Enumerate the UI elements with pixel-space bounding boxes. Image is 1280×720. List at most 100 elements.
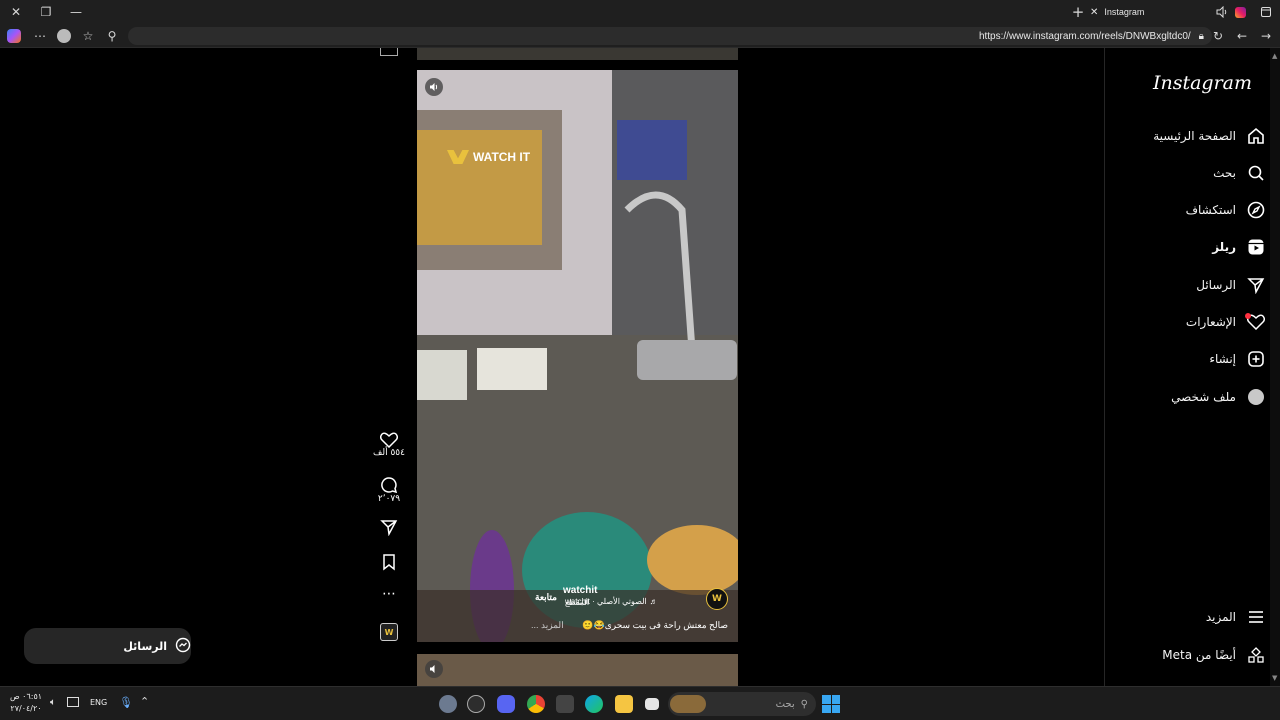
reel-video[interactable]: WATCH IT W watchit متابعة ♬ الصوتي الأصل… xyxy=(417,70,738,642)
comments-count[interactable]: ٢٬٠٧٩ xyxy=(378,494,400,504)
next-reel[interactable] xyxy=(417,654,738,686)
notification-dot xyxy=(1245,313,1251,319)
notepad-icon[interactable] xyxy=(645,698,659,710)
url-text[interactable]: https://www.instagram.com/reels/DNWBxglt… xyxy=(979,31,1191,42)
messenger-icon xyxy=(175,637,191,656)
share-action[interactable] xyxy=(364,518,414,536)
messages-pill-label: الرسائل xyxy=(123,639,167,653)
instagram-logo[interactable]: Instagram xyxy=(1153,72,1252,94)
previous-reel-audio-thumb-icon[interactable] xyxy=(380,48,398,56)
windows-taskbar: ٠٦:٥١ ص ٢٧/٠٤/٢٠ 🔈︎ ENG 🎙︎ ⌃ بحث ⚲ xyxy=(0,686,1280,720)
browser-essentials-icon[interactable]: ⚲ xyxy=(98,24,126,48)
recording-app-icon[interactable] xyxy=(467,695,485,713)
audio-sub: المقطع xyxy=(565,598,590,607)
close-window-icon[interactable]: ✕ xyxy=(2,0,30,24)
avatar-icon xyxy=(1246,387,1266,407)
nav-profile-label: ملف شخصي xyxy=(1171,390,1236,404)
scroll-up-icon[interactable]: ▲ xyxy=(1272,52,1277,60)
volume-icon[interactable]: 🔈︎ xyxy=(50,697,56,708)
save-action[interactable] xyxy=(364,553,414,571)
plus-icon xyxy=(1246,349,1266,369)
like-action[interactable]: ٥٥٤ ألف xyxy=(364,432,414,458)
nav-home-label: الصفحة الرئيسية xyxy=(1153,129,1236,143)
close-tab-icon[interactable]: ✕ xyxy=(1090,7,1098,18)
page-scrollbar[interactable]: ▲ ▼ xyxy=(1270,48,1280,686)
nav-create[interactable]: إنشاء xyxy=(1209,346,1266,372)
scroll-down-icon[interactable]: ▼ xyxy=(1272,674,1277,682)
nav-search-label: بحث xyxy=(1213,166,1236,180)
clock-time: ٠٦:٥١ ص xyxy=(9,692,43,701)
likes-count[interactable]: ٥٥٤ ألف xyxy=(373,448,405,458)
music-note-icon: ♬ xyxy=(649,597,658,606)
search-icon: ⚲ xyxy=(800,698,808,710)
nav-messages[interactable]: الرسائل xyxy=(1196,272,1266,298)
next-reel-audio-icon[interactable] xyxy=(425,660,443,678)
network-icon[interactable] xyxy=(67,697,79,707)
start-windows-icon[interactable] xyxy=(822,695,840,713)
home-icon xyxy=(1246,126,1266,146)
nav-home[interactable]: الصفحة الرئيسية xyxy=(1153,123,1266,149)
author-avatar[interactable]: W xyxy=(706,588,728,610)
forward-icon[interactable]: → xyxy=(1252,24,1280,48)
copilot-icon[interactable] xyxy=(0,24,28,48)
more-actions-icon[interactable]: ⋯ xyxy=(364,586,414,602)
new-tab-icon[interactable]: + xyxy=(1064,0,1092,24)
store-icon[interactable] xyxy=(556,695,574,713)
compass-icon xyxy=(1246,200,1266,220)
reels-icon xyxy=(1246,237,1266,257)
nav-explore[interactable]: استكشاف xyxy=(1186,197,1266,223)
bookmark-icon[interactable] xyxy=(381,553,397,571)
search-icon xyxy=(1246,163,1266,183)
nav-notifications[interactable]: الإشعارات xyxy=(1186,309,1266,335)
author-username[interactable]: watchit xyxy=(563,585,597,596)
nav-more-label: المزيد xyxy=(1205,610,1236,624)
nav-meta-label: أيضًا من Meta xyxy=(1162,648,1236,662)
reel-caption: صالح معتش راحة فى بيت سحرى😂🙂 xyxy=(582,620,728,630)
address-bar[interactable]: https://www.instagram.com/reels/DNWBxglt… xyxy=(128,27,1212,45)
show-hidden-icons-icon[interactable]: ⌃ xyxy=(140,695,149,708)
navigation-sidebar: Instagram الصفحة الرئيسية بحث استكشاف ري… xyxy=(1104,48,1280,686)
settings-app-icon[interactable] xyxy=(439,695,457,713)
page-viewport: WATCH IT W watchit متابعة ♬ الصوتي الأصل… xyxy=(0,48,1280,686)
comment-action[interactable]: ٢٬٠٧٩ xyxy=(364,476,414,504)
file-explorer-icon[interactable] xyxy=(615,695,633,713)
instagram-favicon-icon xyxy=(1226,0,1254,24)
nav-messages-label: الرسائل xyxy=(1196,278,1236,292)
heart-icon xyxy=(1245,312,1266,332)
nav-more[interactable]: المزيد xyxy=(1206,604,1266,630)
nav-search[interactable]: بحث xyxy=(1213,160,1266,186)
audio-thumbnail[interactable]: W xyxy=(364,623,414,641)
clock[interactable]: ٠٦:٥١ ص ٢٧/٠٤/٢٠ xyxy=(8,691,44,715)
previous-reel[interactable] xyxy=(417,48,738,60)
comment-icon[interactable] xyxy=(380,476,398,494)
nav-profile[interactable]: ملف شخصي xyxy=(1171,384,1266,410)
microphone-icon[interactable]: 🎙︎ xyxy=(119,696,133,709)
minimize-window-icon[interactable]: — xyxy=(62,0,90,24)
messages-pill[interactable]: الرسائل xyxy=(24,628,191,664)
menu-icon xyxy=(1246,607,1266,627)
chrome-icon[interactable] xyxy=(527,695,545,713)
caption-more-link[interactable]: ... المزيد xyxy=(531,620,564,631)
heart-icon[interactable] xyxy=(380,432,398,448)
tab-actions-icon[interactable] xyxy=(1252,0,1280,24)
share-icon[interactable] xyxy=(380,518,398,536)
restore-window-icon[interactable]: ❐ xyxy=(32,0,60,24)
send-icon xyxy=(1246,275,1266,295)
browser-toolbar: ⋯ ☆ ⚲ https://www.instagram.com/reels/DN… xyxy=(0,24,1280,48)
nav-reels-label: ريلز xyxy=(1212,240,1236,254)
watermark: WATCH IT xyxy=(447,150,530,164)
edge-icon[interactable] xyxy=(585,695,603,713)
nav-create-label: إنشاء xyxy=(1209,352,1236,366)
discord-icon[interactable] xyxy=(497,695,515,713)
language-indicator[interactable]: ENG xyxy=(90,698,107,707)
audio-toggle-icon[interactable] xyxy=(425,78,443,96)
nav-also-from-meta[interactable]: أيضًا من Meta xyxy=(1162,642,1266,668)
clock-date: ٢٧/٠٤/٢٠ xyxy=(10,704,42,713)
taskbar-search[interactable]: بحث ⚲ xyxy=(668,692,816,716)
follow-button[interactable]: متابعة xyxy=(535,592,557,603)
nav-reels[interactable]: ريلز xyxy=(1212,234,1266,260)
audio-thumb-icon[interactable]: W xyxy=(380,623,398,641)
meta-apps-icon xyxy=(1246,645,1266,665)
search-highlight-image xyxy=(670,695,706,713)
browser-titlebar: ✕ ❐ — + ✕ Instagram xyxy=(0,0,1280,24)
